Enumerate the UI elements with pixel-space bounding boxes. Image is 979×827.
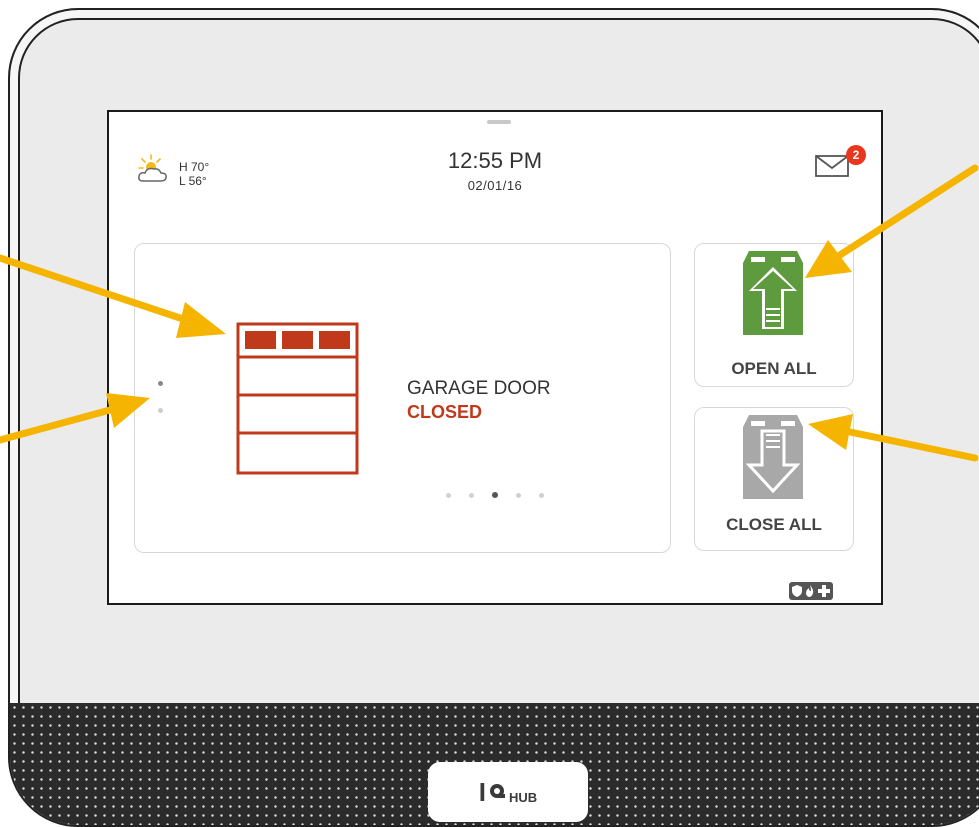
annotation-arrow-close: [846, 428, 979, 462]
annotation-arrow-open: [836, 164, 979, 259]
annotation-arrow-dots: [0, 406, 114, 444]
annotation-arrow-garage: [0, 254, 184, 322]
annotation-arrows: [0, 164, 979, 462]
